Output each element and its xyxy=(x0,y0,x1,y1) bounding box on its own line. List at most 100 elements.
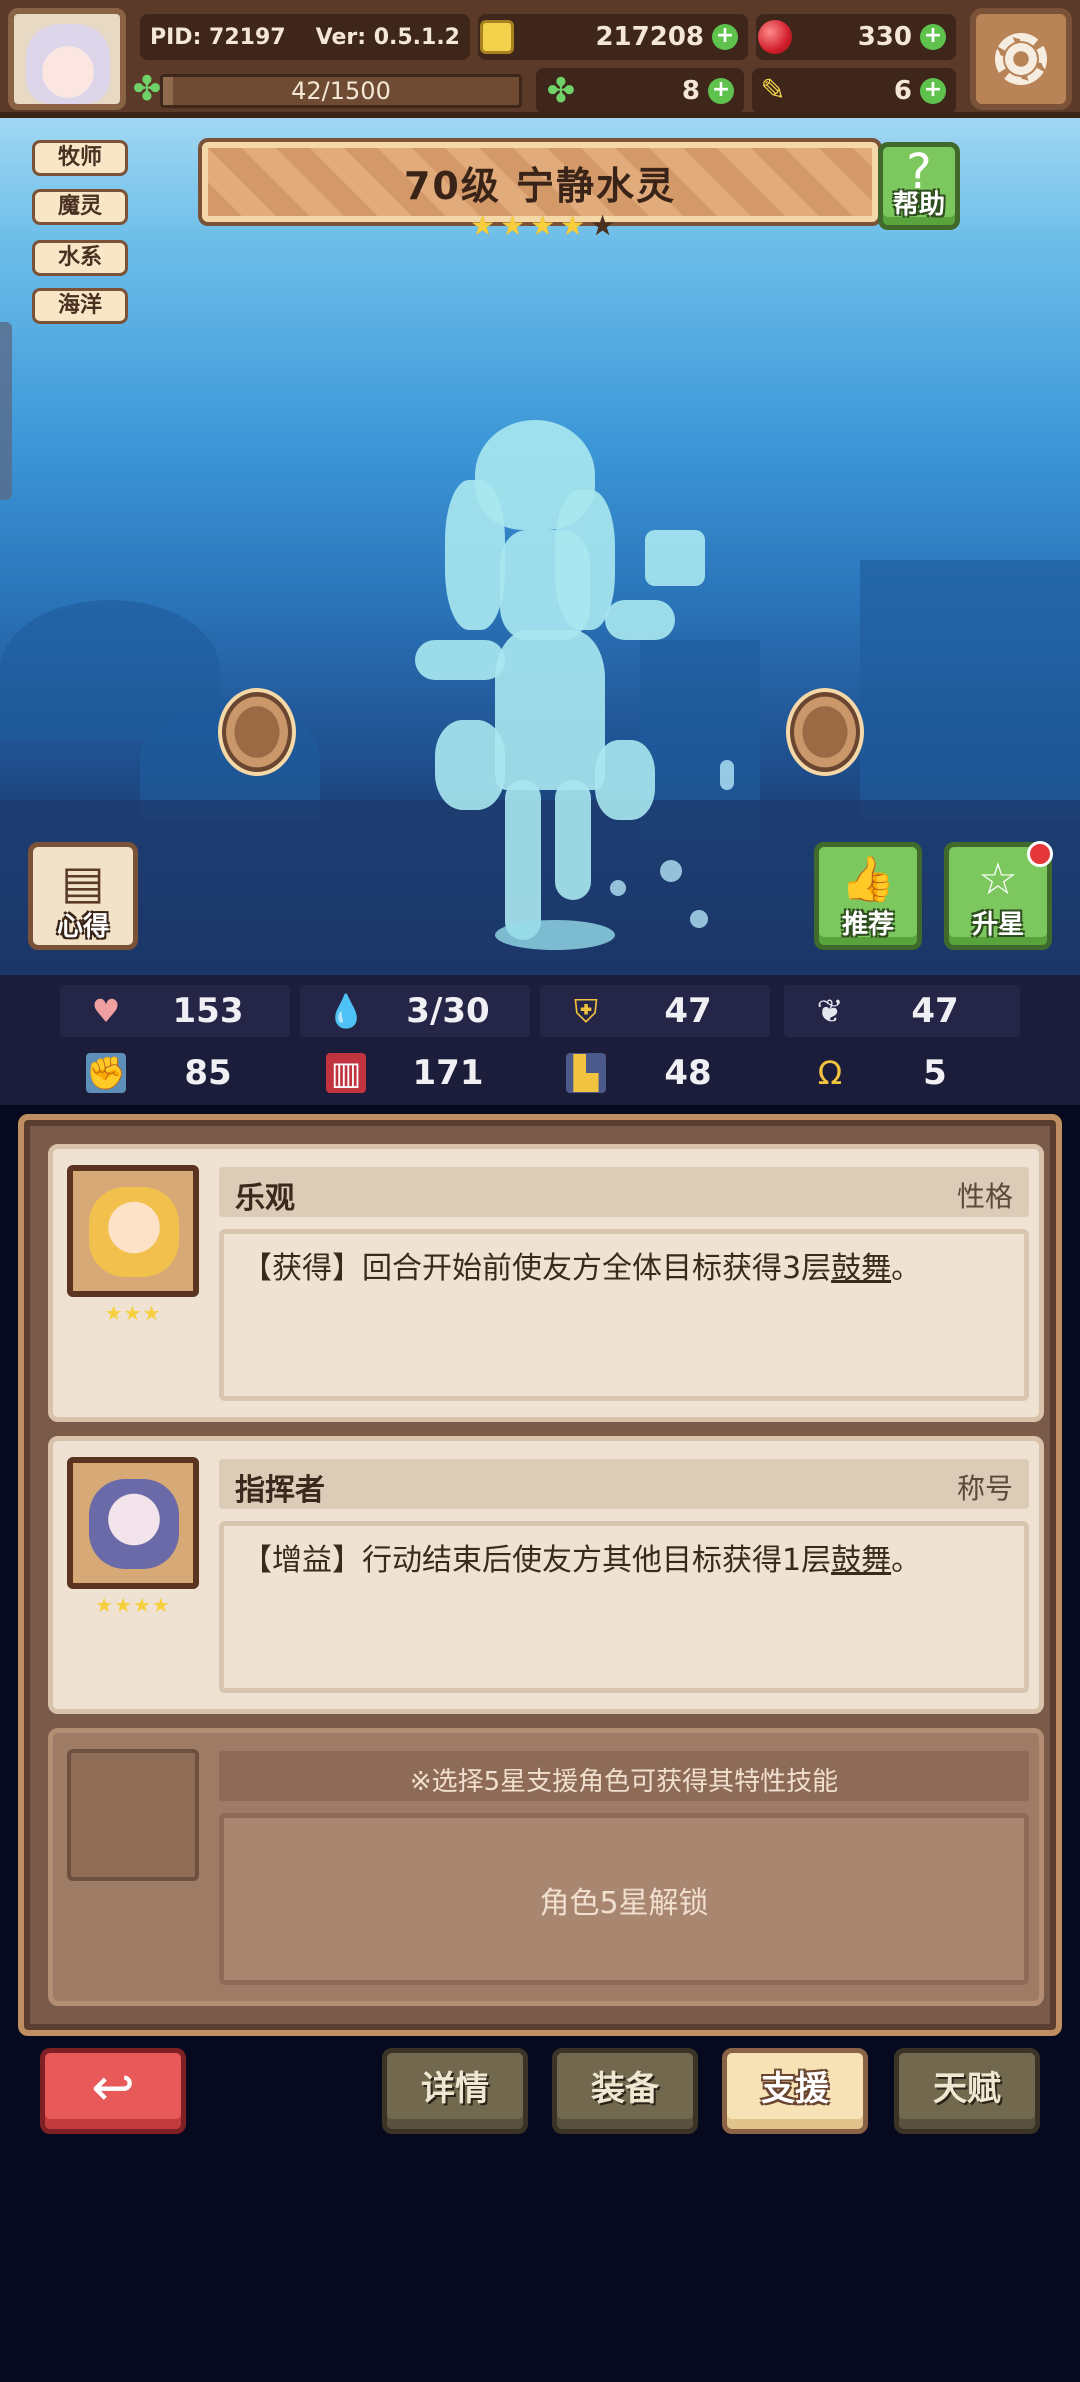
game-version: Ver: 0.5.1.2 xyxy=(315,24,460,50)
support-trait-name: 乐观 xyxy=(235,1181,295,1216)
xp-text: 42/1500 xyxy=(291,77,391,105)
support-card-1[interactable]: ★★★ 乐观 性格 【获得】回合开始前使友方全体目标获得3层鼓舞。 xyxy=(48,1144,1044,1422)
tab-details[interactable]: 详情 xyxy=(382,2048,528,2134)
add-gold-button[interactable]: + xyxy=(712,24,738,50)
stat-luck: Ω 5 xyxy=(784,1047,1020,1099)
stairs-icon: ▙ xyxy=(566,1053,606,1093)
hero-star-rating: ★ ★ ★ ★ ★ xyxy=(470,212,618,240)
stat-attack-value: 85 xyxy=(184,1053,232,1093)
star-filled-icon: ★ xyxy=(500,209,526,242)
stat-panel: ♥ 153 💧 3/30 ⛨ 47 ❦ 47 ✊ 85 ▥ 171 ▙ 48 Ω… xyxy=(0,975,1080,1105)
upgrade-star-label: 升星 xyxy=(971,910,1024,940)
support-portrait-1[interactable] xyxy=(67,1165,199,1297)
add-gems-button[interactable]: + xyxy=(920,24,946,50)
recommend-label: 推荐 xyxy=(841,910,894,940)
stat-speed-value: 47 xyxy=(911,991,959,1031)
support-portrait-empty[interactable] xyxy=(67,1749,199,1881)
help-label: 帮助 xyxy=(892,190,945,220)
star-filled-icon: ★ xyxy=(470,209,496,242)
tab-support[interactable]: 支援 xyxy=(722,2048,868,2134)
support-title-name: 指挥者 xyxy=(235,1473,325,1508)
support-title-desc: 【增益】行动结束后使友方其他目标获得1层鼓舞。 xyxy=(242,1540,1006,1582)
tab-talent[interactable]: 天赋 xyxy=(894,2048,1040,2134)
insight-label: 心得 xyxy=(56,912,109,942)
support-character-art xyxy=(89,1187,179,1277)
support-portrait-2[interactable] xyxy=(67,1457,199,1589)
rune-slot-left-icon[interactable] xyxy=(218,688,296,776)
gold-amount: 217208 xyxy=(595,22,704,52)
side-drawer-handle[interactable] xyxy=(0,322,12,500)
insight-button[interactable]: ▤ 心得 xyxy=(28,842,138,950)
gold-coin-icon xyxy=(480,20,514,54)
settings-button[interactable] xyxy=(970,8,1072,110)
reef-rock xyxy=(860,560,1080,820)
keyword-link[interactable]: 鼓舞 xyxy=(831,1543,891,1578)
support-trait-desc: 【获得】回合开始前使友方全体目标获得3层鼓舞。 xyxy=(242,1248,1006,1290)
support-card-1-header: 乐观 性格 xyxy=(219,1167,1029,1217)
ticket-icon: ✎ xyxy=(760,73,786,108)
support-locked-note: ※选择5星支援角色可获得其特性技能 xyxy=(409,1767,839,1797)
recommend-button[interactable]: 👍 推荐 xyxy=(814,842,922,950)
horseshoe-icon: Ω xyxy=(817,1054,843,1092)
help-button[interactable]: ? 帮助 xyxy=(878,142,960,230)
ticket-slot: ✎ 6 + xyxy=(752,68,956,114)
stat-mana: 💧 3/30 xyxy=(300,985,530,1037)
support-title-type: 称号 xyxy=(956,1472,1013,1505)
clover-slot: ✤ 8 + xyxy=(536,68,744,114)
support-locked-header: ※选择5星支援角色可获得其特性技能 xyxy=(219,1751,1029,1801)
id-version-slot: PID: 72197 Ver: 0.5.1.2 xyxy=(140,14,470,60)
support-stars-1: ★★★ xyxy=(104,1301,162,1325)
star-empty-icon: ★ xyxy=(590,209,616,242)
avatar-portrait xyxy=(26,24,110,104)
add-clover-button[interactable]: + xyxy=(708,78,734,104)
stat-attack: ✊ 85 xyxy=(60,1047,290,1099)
stat-resist: ▙ 48 xyxy=(540,1047,770,1099)
gems-amount: 330 xyxy=(857,22,912,52)
support-card-locked[interactable]: ※选择5星支援角色可获得其特性技能 角色5星解锁 xyxy=(48,1728,1044,2006)
player-avatar[interactable] xyxy=(8,8,126,110)
stat-defense-value: 47 xyxy=(664,991,712,1031)
back-button[interactable]: ↩ xyxy=(40,2048,186,2134)
notification-dot xyxy=(1027,841,1053,867)
stat-resist-value: 48 xyxy=(664,1053,712,1093)
desc-end: 。 xyxy=(891,1251,922,1286)
stat-defense: ⛨ 47 xyxy=(540,985,770,1037)
stat-mana-value: 3/30 xyxy=(406,991,490,1031)
gems-slot: 330 + xyxy=(756,14,956,60)
heart-icon: ♥ xyxy=(91,992,121,1030)
wing-icon: ❦ xyxy=(816,992,844,1030)
add-ticket-button[interactable]: + xyxy=(920,78,946,104)
stat-magic-value: 171 xyxy=(412,1053,484,1093)
shield-icon: ⛨ xyxy=(573,992,598,1030)
support-card-2-header: 指挥者 称号 xyxy=(219,1459,1029,1509)
ruby-gem-icon xyxy=(758,20,792,54)
tag-class: 牧师 xyxy=(32,140,128,176)
thumbs-up-icon: 👍 xyxy=(840,854,896,905)
tab-equipment[interactable]: 装备 xyxy=(552,2048,698,2134)
support-stars-2: ★★★★ xyxy=(95,1593,171,1617)
gold-slot: 217208 + xyxy=(478,14,748,60)
desc-text: 【获得】回合开始前使友方全体目标获得3层 xyxy=(242,1251,832,1286)
clover-icon: ✤ xyxy=(132,69,162,109)
clover-icon: ✤ xyxy=(546,71,576,111)
fist-icon: ✊ xyxy=(86,1053,126,1093)
upgrade-star-button[interactable]: ☆ 升星 xyxy=(944,841,1053,950)
player-id: PID: 72197 xyxy=(150,24,286,50)
rune-slot-right-icon[interactable] xyxy=(786,688,864,776)
support-trait-type: 性格 xyxy=(956,1180,1013,1213)
clover-amount: 8 xyxy=(681,76,700,106)
bubble xyxy=(720,760,734,790)
tag-race: 魔灵 xyxy=(32,189,128,225)
support-card-2[interactable]: ★★★★ 指挥者 称号 【增益】行动结束后使友方其他目标获得1层鼓舞。 xyxy=(48,1436,1044,1714)
resource-bar: PID: 72197 Ver: 0.5.1.2 217208 + 330 + 4… xyxy=(0,0,1080,118)
stat-magic: ▥ 171 xyxy=(300,1047,530,1099)
support-card-2-body: 【增益】行动结束后使友方其他目标获得1层鼓舞。 xyxy=(219,1521,1029,1693)
ticket-amount: 6 xyxy=(893,76,912,106)
book-icon: ▥ xyxy=(326,1053,366,1093)
xp-bar: 42/1500 xyxy=(160,74,522,108)
keyword-link[interactable]: 鼓舞 xyxy=(831,1251,891,1286)
stat-hp: ♥ 153 xyxy=(60,985,290,1037)
tag-habitat: 海洋 xyxy=(32,288,128,324)
support-card-1-body: 【获得】回合开始前使友方全体目标获得3层鼓舞。 xyxy=(219,1229,1029,1401)
water-drop-icon: 💧 xyxy=(326,992,366,1030)
